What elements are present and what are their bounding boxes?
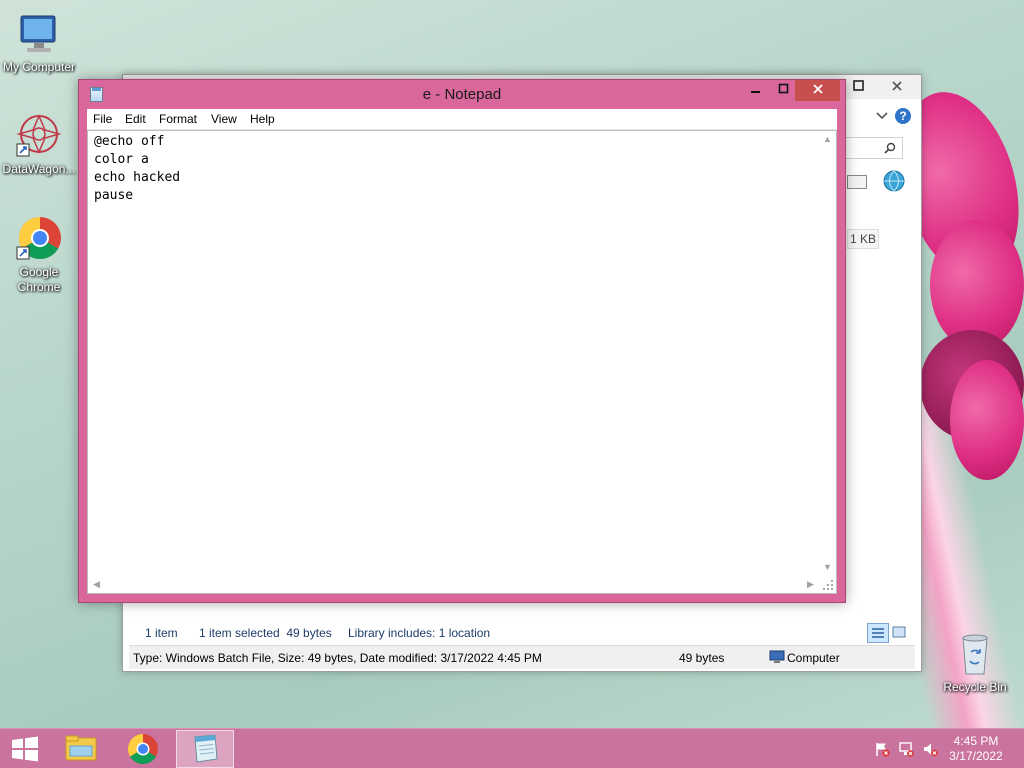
menu-file[interactable]: File	[93, 112, 112, 126]
start-button[interactable]	[4, 729, 46, 768]
scroll-right-arrow-icon[interactable]: ▶	[802, 576, 819, 593]
menu-view[interactable]: View	[211, 112, 237, 126]
desktop-icon-label: My Computer	[2, 60, 76, 74]
details-file-size: 49 bytes	[679, 651, 725, 665]
details-file-info: Type: Windows Batch File, Size: 49 bytes…	[133, 651, 542, 665]
globe-icon[interactable]	[881, 169, 907, 193]
chevron-down-icon[interactable]	[875, 109, 889, 123]
scroll-up-arrow-icon[interactable]: ▲	[819, 131, 836, 148]
notepad-icon	[194, 734, 218, 763]
system-clock[interactable]: 4:45 PM 3/17/2022	[946, 734, 1006, 764]
chrome-icon	[15, 215, 63, 263]
taskbar-chrome[interactable]	[114, 730, 172, 768]
recycle-bin-icon	[951, 630, 999, 678]
text-editor-area[interactable]: @echo off color a echo hacked pause ▲ ▼ …	[87, 130, 837, 594]
computer-icon	[769, 650, 785, 664]
desktop-icon-my-computer[interactable]: My Computer	[0, 10, 78, 75]
chrome-icon	[127, 734, 158, 765]
scroll-down-arrow-icon[interactable]: ▼	[819, 559, 836, 576]
menu-format[interactable]: Format	[159, 112, 197, 126]
clock-date: 3/17/2022	[949, 749, 1003, 763]
scroll-left-arrow-icon[interactable]: ◀	[88, 576, 105, 593]
preview-pane-icon[interactable]	[847, 175, 867, 189]
vertical-scrollbar[interactable]: ▲ ▼	[819, 131, 836, 576]
taskbar-notepad[interactable]	[176, 730, 234, 768]
desktop-icon-recycle-bin[interactable]: Recycle Bin	[936, 630, 1014, 695]
search-icon	[884, 142, 896, 157]
details-view-button[interactable]	[867, 623, 889, 643]
menu-edit[interactable]: Edit	[125, 112, 146, 126]
desktop-icon-label: Recycle Bin	[943, 680, 1007, 694]
large-icons-view-button[interactable]	[889, 623, 911, 643]
desktop-icon-google-chrome[interactable]: Google Chrome	[0, 215, 78, 295]
close-button[interactable]	[795, 80, 840, 101]
explorer-status-bar: 1 item 1 item selected 49 bytes Library …	[131, 621, 913, 645]
volume-muted-icon[interactable]	[922, 741, 938, 757]
network-icon[interactable]	[898, 741, 914, 757]
datawagon-icon	[15, 112, 63, 160]
resize-grip-icon[interactable]	[819, 576, 836, 593]
explorer-maximize-button[interactable]	[841, 77, 877, 97]
desktop-icon-label: Google Chrome	[17, 265, 61, 294]
horizontal-scrollbar[interactable]: ◀ ▶	[88, 576, 819, 593]
notepad-title[interactable]: e - Notepad	[79, 80, 845, 109]
desktop-icon-datawagon[interactable]: DataWagon...	[0, 112, 78, 177]
menu-bar: File Edit Format View Help	[87, 109, 837, 130]
action-center-flag-icon[interactable]	[874, 741, 890, 757]
help-icon[interactable]: ?	[895, 108, 911, 124]
details-location: Computer	[787, 651, 840, 665]
taskbar-file-explorer[interactable]	[52, 730, 110, 768]
monitor-icon	[15, 10, 63, 58]
explorer-details-bar: Type: Windows Batch File, Size: 49 bytes…	[129, 645, 915, 669]
status-item-count: 1 item	[145, 626, 178, 640]
explorer-close-button[interactable]	[877, 77, 917, 97]
clock-time: 4:45 PM	[953, 734, 999, 748]
file-size-cell: 1 KB	[847, 229, 879, 249]
search-box[interactable]	[845, 137, 903, 159]
status-library: Library includes: 1 location	[348, 626, 491, 640]
status-selection: 1 item selected 49 bytes	[199, 626, 332, 640]
minimize-button[interactable]	[739, 80, 773, 101]
notepad-window[interactable]: e - Notepad File Edit Format View Help @…	[78, 79, 846, 603]
desktop-icon-label: DataWagon...	[2, 162, 76, 176]
taskbar: 4:45 PM 3/17/2022	[0, 728, 1024, 768]
editor-content[interactable]: @echo off color a echo hacked pause	[94, 133, 180, 205]
windows-logo-icon	[12, 736, 38, 762]
menu-help[interactable]: Help	[250, 112, 275, 126]
file-explorer-icon	[65, 735, 97, 761]
